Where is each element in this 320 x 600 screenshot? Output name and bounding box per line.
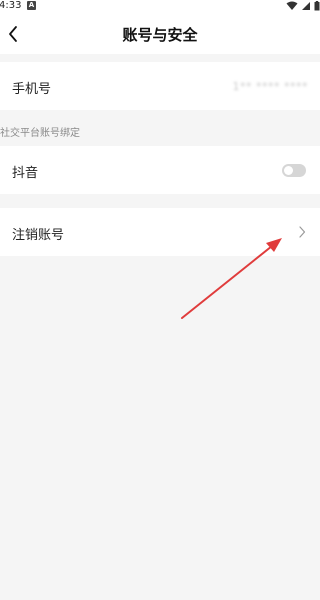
douyin-binding-row: 抖音 bbox=[0, 146, 320, 194]
phone-number-row[interactable]: 手机号 1** **** **** bbox=[0, 62, 320, 110]
header: 账号与安全 bbox=[0, 14, 320, 54]
cancel-account-label: 注销账号 bbox=[12, 228, 65, 243]
cancel-account-row[interactable]: 注销账号 bbox=[0, 208, 320, 256]
douyin-toggle[interactable] bbox=[282, 164, 306, 177]
chevron-right-icon[interactable] bbox=[298, 226, 306, 238]
wifi-icon bbox=[286, 1, 298, 10]
notification-icon: A bbox=[27, 1, 36, 10]
battery-icon bbox=[314, 1, 320, 11]
toggle-knob bbox=[284, 166, 293, 175]
status-bar: 4:33 A bbox=[0, 0, 320, 14]
douyin-label: 抖音 bbox=[12, 166, 39, 181]
status-icons bbox=[286, 1, 320, 11]
social-binding-section-label: 社交平台账号绑定 bbox=[0, 128, 80, 139]
status-time: 4:33 bbox=[0, 0, 22, 11]
account-security-screen: 4:33 A 账号与安全 手机号 1** **** **** 社交平台账号绑定 … bbox=[0, 0, 320, 600]
phone-number-label: 手机号 bbox=[12, 82, 52, 97]
page-title: 账号与安全 bbox=[122, 26, 198, 44]
phone-number-value: 1** **** **** bbox=[232, 80, 308, 93]
signal-icon bbox=[302, 2, 310, 10]
